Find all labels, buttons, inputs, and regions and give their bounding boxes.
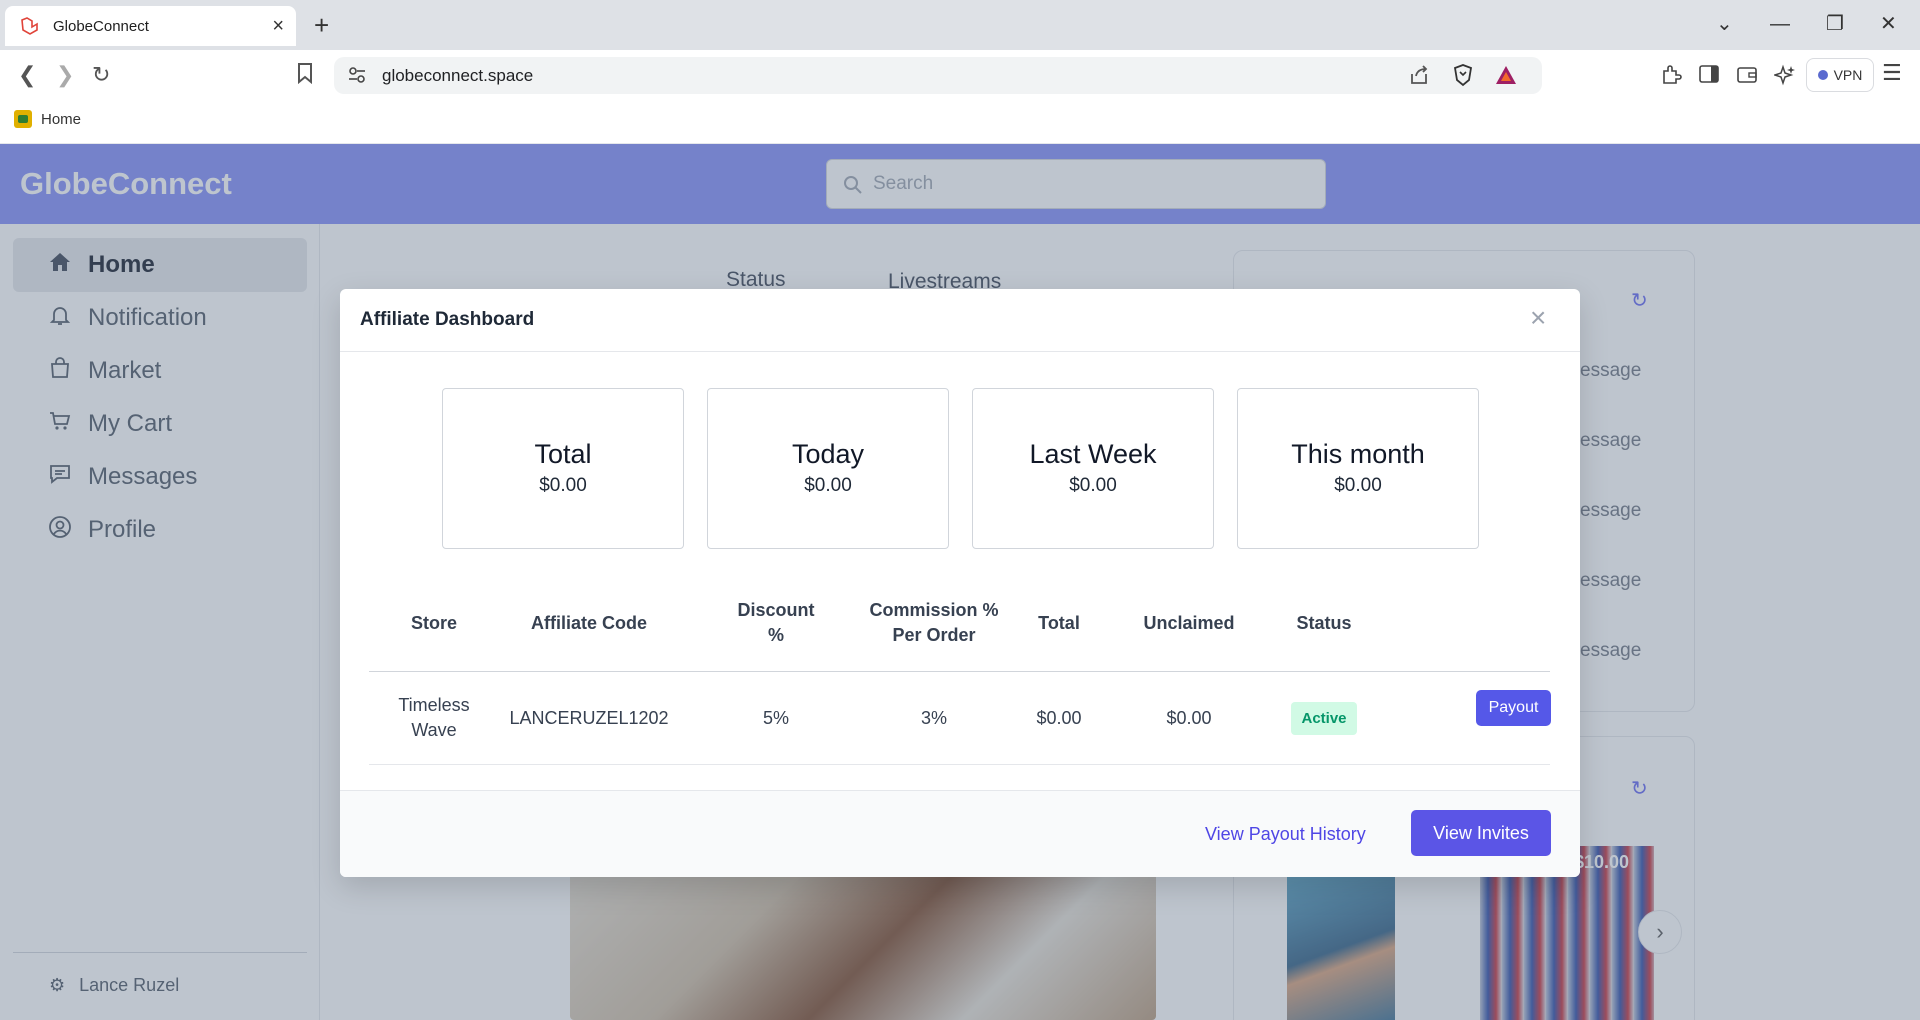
brave-shields-icon[interactable] — [1452, 63, 1474, 92]
stat-card-last-week: Last Week $0.00 — [972, 388, 1214, 549]
url-text[interactable]: globeconnect.space — [382, 66, 533, 86]
new-tab-icon[interactable]: + — [314, 10, 329, 40]
stat-label: Total — [534, 439, 592, 469]
table-row-divider — [369, 764, 1550, 765]
tab-title: GlobeConnect — [53, 17, 149, 35]
column-header-discount: Discount % — [737, 600, 815, 645]
leo-ai-icon[interactable] — [1772, 64, 1796, 91]
browser-tab-bar: GlobeConnect × + ⌄ — ❐ ✕ — [0, 0, 1920, 50]
forward-icon[interactable]: ❯ — [56, 62, 74, 88]
brave-rewards-icon[interactable] — [1494, 64, 1518, 91]
extensions-icon[interactable] — [1660, 64, 1682, 91]
wallet-icon[interactable] — [1736, 64, 1758, 89]
cell-store: Timeless Wave — [398, 695, 470, 740]
stat-value: $0.00 — [1069, 475, 1117, 496]
laravel-favicon-icon — [19, 15, 41, 37]
close-icon[interactable]: × — [1530, 303, 1546, 333]
bookmarks-bar: Home — [0, 100, 1920, 144]
close-window-icon[interactable]: ✕ — [1880, 12, 1897, 36]
stat-card-this-month: This month $0.00 — [1237, 388, 1479, 549]
cell-status: Active — [1274, 683, 1374, 753]
bookmark-home[interactable]: Home — [14, 110, 81, 128]
cell-commission: 3% — [920, 707, 947, 728]
cell-total: $0.00 — [1036, 707, 1082, 728]
view-payout-history-link[interactable]: View Payout History — [1205, 824, 1366, 845]
table-header-divider — [369, 671, 1550, 672]
stat-card-total: Total $0.00 — [442, 388, 684, 549]
column-header-affiliate-code: Affiliate Code — [530, 612, 647, 633]
browser-tab[interactable]: GlobeConnect × — [5, 6, 296, 46]
cell-unclaimed: $0.00 — [1166, 707, 1212, 728]
minimize-icon[interactable]: — — [1770, 12, 1790, 36]
modal-header: Affiliate Dashboard × — [340, 289, 1580, 352]
bookmark-label: Home — [41, 110, 82, 128]
modal-title: Affiliate Dashboard — [360, 309, 535, 330]
vpn-status-icon — [1817, 70, 1828, 80]
cell-affiliate-code: LANCERUZEL1202 — [509, 707, 669, 728]
stat-value: $0.00 — [539, 475, 587, 496]
column-header-store: Store — [410, 612, 457, 633]
status-badge: Active — [1291, 701, 1357, 735]
stat-value: $0.00 — [1334, 475, 1382, 496]
stat-card-today: Today $0.00 — [707, 388, 949, 549]
modal-footer: View Payout History View Invites — [340, 790, 1580, 877]
stat-label: Last Week — [1029, 439, 1157, 469]
column-header-status: Status — [1296, 612, 1352, 633]
column-header-unclaimed: Unclaimed — [1143, 612, 1235, 633]
vpn-button[interactable]: VPN — [1806, 58, 1874, 92]
back-icon[interactable]: ❮ — [18, 62, 36, 88]
reload-icon[interactable]: ↻ — [92, 62, 110, 88]
restore-icon[interactable]: ❐ — [1826, 12, 1844, 36]
tab-search-chevron-icon[interactable]: ⌄ — [1716, 12, 1733, 36]
stat-label: Today — [791, 439, 865, 469]
payout-button[interactable]: Payout — [1476, 690, 1551, 726]
share-icon[interactable] — [1408, 64, 1430, 91]
stat-label: This month — [1291, 439, 1425, 469]
column-header-commission: Commission % Per Order — [869, 600, 999, 645]
view-invites-button[interactable]: View Invites — [1411, 810, 1551, 856]
sidebar-toggle-icon[interactable] — [1698, 64, 1720, 89]
stat-value: $0.00 — [804, 475, 852, 496]
close-tab-icon[interactable]: × — [272, 16, 284, 36]
vpn-label: VPN — [1833, 67, 1863, 83]
column-header-total: Total — [1038, 612, 1080, 633]
site-info-icon[interactable] — [348, 66, 366, 89]
affiliate-dashboard-modal: Affiliate Dashboard × Total $0.00 Today … — [340, 289, 1580, 877]
bookmark-icon[interactable] — [296, 62, 314, 90]
bookmark-favicon-icon — [14, 110, 32, 128]
cell-discount: 5% — [762, 707, 789, 728]
address-bar[interactable]: globeconnect.space — [334, 57, 1542, 94]
menu-icon[interactable]: ☰ — [1882, 62, 1902, 84]
